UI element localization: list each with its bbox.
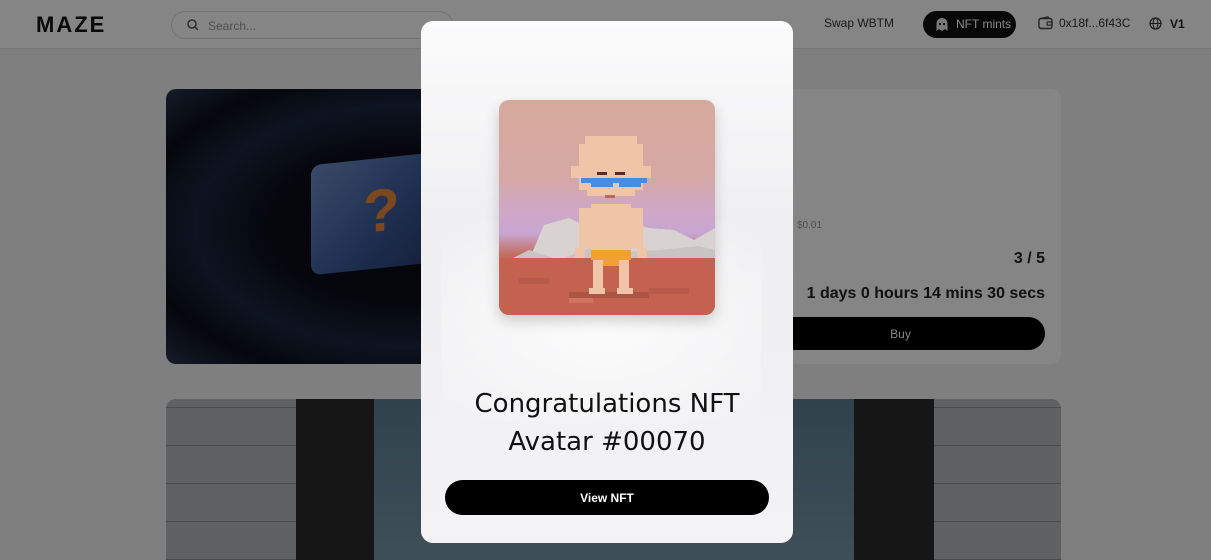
view-nft-button[interactable]: View NFT — [445, 480, 769, 515]
nft-avatar-image — [499, 100, 715, 315]
congratulations-message: Congratulations NFT Avatar #00070 — [421, 385, 793, 461]
mint-success-modal: Congratulations NFT Avatar #00070 View N… — [421, 21, 793, 543]
congratulations-line-1: Congratulations NFT — [474, 389, 740, 419]
congratulations-line-2: Avatar #00070 — [508, 427, 706, 457]
